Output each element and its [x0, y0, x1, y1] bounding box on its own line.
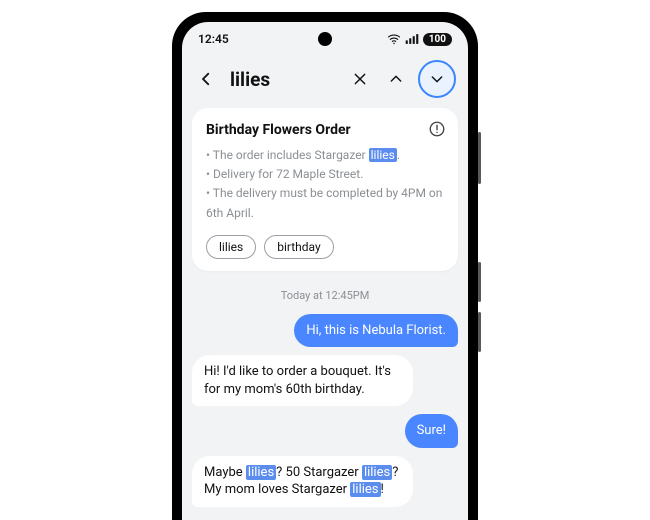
volume-down-button [478, 312, 481, 352]
next-result-button[interactable] [418, 60, 456, 98]
phone-frame: 12:45 [172, 12, 478, 520]
message-bubble[interactable]: Sure! [405, 414, 458, 448]
side-button [478, 132, 481, 184]
tag-lilies[interactable]: lilies [206, 235, 256, 259]
summary-bullets: The order includes Stargazer lilies. Del… [206, 146, 444, 223]
date-stamp: Today at 12:45PM [192, 289, 458, 302]
battery-indicator: 100 [423, 33, 452, 46]
clear-search-button[interactable] [346, 65, 374, 93]
summary-card[interactable]: Birthday Flowers Order The order include… [192, 108, 458, 271]
summary-bullet-2: Delivery for 72 Maple Street. [206, 165, 444, 184]
screen: 12:45 [182, 22, 468, 520]
highlighted-term: lilies [362, 465, 392, 480]
signal-icon [405, 33, 419, 45]
front-camera [318, 32, 332, 46]
message-row-outgoing: Hi, this is Nebula Florist. [192, 314, 458, 348]
highlighted-term: lilies [369, 148, 397, 162]
message-row-incoming: Maybe lilies? 50 Stargazer lilies? My mo… [192, 456, 458, 507]
info-icon[interactable] [428, 120, 446, 138]
summary-title: Birthday Flowers Order [206, 122, 444, 138]
wifi-icon [387, 33, 401, 45]
search-term[interactable]: lilies [228, 68, 338, 91]
message-bubble[interactable]: Hi! I'd like to order a bouquet. It's fo… [192, 355, 413, 406]
message-bubble[interactable]: Maybe lilies? 50 Stargazer lilies? My mo… [192, 456, 413, 507]
prev-result-button[interactable] [382, 65, 410, 93]
tag-birthday[interactable]: birthday [264, 235, 333, 259]
message-bubble[interactable]: Hi, this is Nebula Florist. [294, 314, 458, 348]
message-row-outgoing: Sure! [192, 414, 458, 448]
back-button[interactable] [192, 65, 220, 93]
highlighted-term: lilies [350, 482, 380, 497]
summary-bullet-3: The delivery must be completed by 4PM on… [206, 184, 444, 222]
status-time: 12:45 [198, 32, 229, 46]
chat-thread[interactable]: Today at 12:45PM Hi, this is Nebula Flor… [182, 279, 468, 520]
tag-row: lilies birthday [206, 235, 444, 259]
summary-bullet-1: The order includes Stargazer lilies. [206, 146, 444, 165]
message-row-incoming: Hi! I'd like to order a bouquet. It's fo… [192, 355, 458, 406]
volume-up-button [478, 262, 481, 302]
highlighted-term: lilies [246, 465, 276, 480]
search-header: lilies [182, 52, 468, 108]
